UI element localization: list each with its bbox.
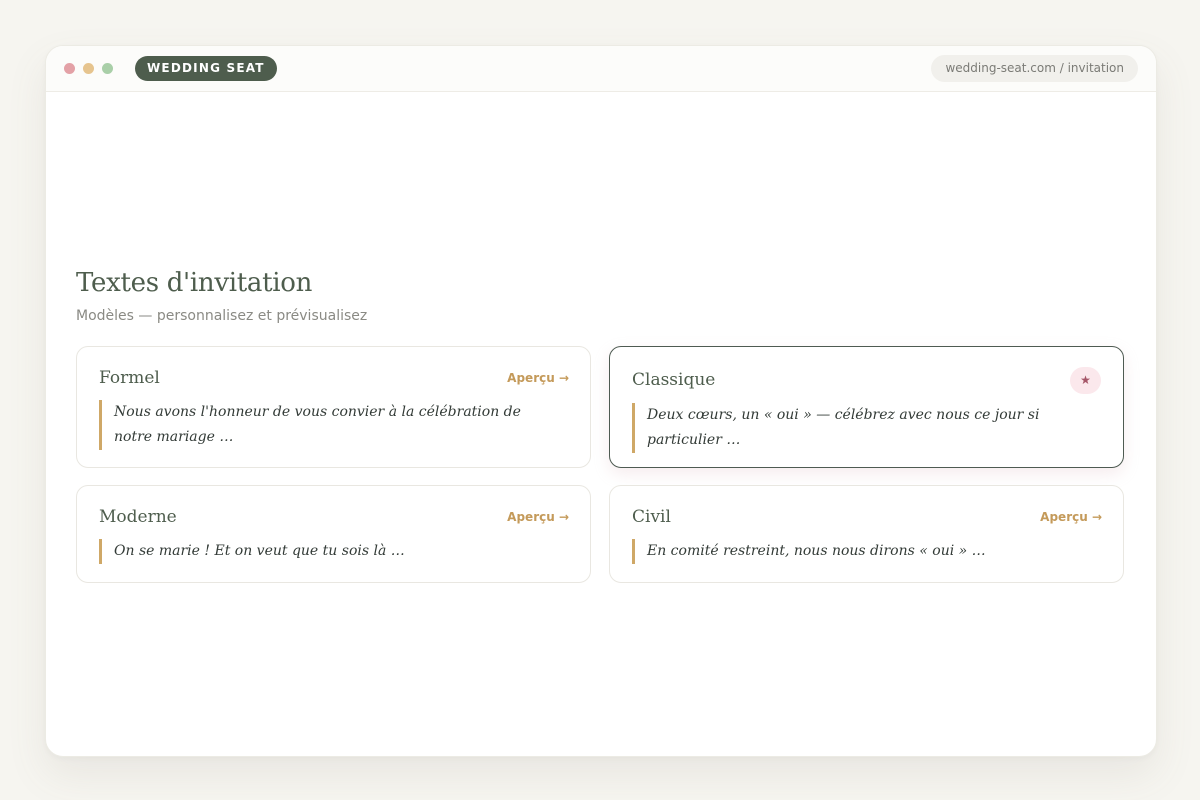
page-title: Textes d'invitation — [76, 268, 313, 298]
card-title: Formel — [99, 368, 160, 388]
preview-link[interactable]: Aperçu → — [1040, 510, 1102, 524]
template-card-classique[interactable]: Classique ★ Deux cœurs, un « oui » — cél… — [609, 346, 1124, 468]
minimize-window-dot[interactable] — [83, 63, 94, 74]
preview-link[interactable]: Aperçu → — [507, 510, 569, 524]
browser-window: WEDDING SEAT wedding-seat.com / invitati… — [45, 45, 1157, 757]
card-title: Classique — [632, 370, 716, 390]
card-title: Moderne — [99, 507, 177, 527]
template-card-civil[interactable]: Civil Aperçu → En comité restreint, nous… — [609, 485, 1124, 583]
template-card-moderne[interactable]: Moderne Aperçu → On se marie ! Et on veu… — [76, 485, 591, 583]
star-icon[interactable]: ★ — [1070, 367, 1101, 394]
card-excerpt: On se marie ! Et on veut que tu sois là … — [99, 539, 560, 564]
page-subtitle: Modèles — personnalisez et prévisualisez — [76, 308, 368, 324]
address-bar[interactable]: wedding-seat.com / invitation — [931, 55, 1138, 82]
title-bar: WEDDING SEAT wedding-seat.com / invitati… — [46, 46, 1156, 92]
card-title: Civil — [632, 507, 671, 527]
maximize-window-dot[interactable] — [102, 63, 113, 74]
card-excerpt: Deux cœurs, un « oui » — célébrez avec n… — [632, 403, 1093, 453]
card-excerpt: En comité restreint, nous nous dirons « … — [632, 539, 1093, 564]
close-window-dot[interactable] — [64, 63, 75, 74]
template-card-formel[interactable]: Formel Aperçu → Nous avons l'honneur de … — [76, 346, 591, 468]
preview-link[interactable]: Aperçu → — [507, 371, 569, 385]
brand-logo: WEDDING SEAT — [135, 56, 277, 81]
card-excerpt: Nous avons l'honneur de vous convier à l… — [99, 400, 560, 450]
